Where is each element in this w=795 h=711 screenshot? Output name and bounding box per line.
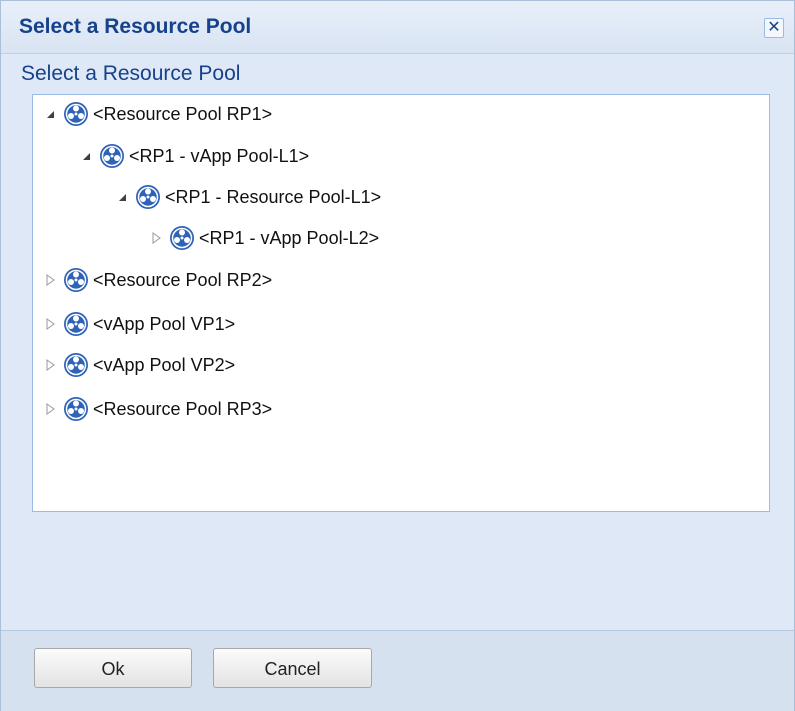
resource-pool-icon bbox=[136, 185, 160, 209]
collapsed-triangle-icon[interactable] bbox=[43, 273, 57, 287]
expanded-triangle-icon[interactable] bbox=[79, 149, 93, 163]
collapsed-triangle-icon[interactable] bbox=[149, 231, 163, 245]
tree-node-label: <RP1 - vApp Pool-L2> bbox=[199, 227, 380, 248]
expanded-triangle-icon[interactable] bbox=[43, 107, 57, 121]
collapsed-triangle-icon[interactable] bbox=[43, 317, 57, 331]
panel-label: Select a Resource Pool bbox=[21, 62, 241, 85]
tree-node-label: <Resource Pool RP3> bbox=[93, 398, 273, 419]
tree-node-resource-pool-rp3[interactable]: <Resource Pool RP3> bbox=[43, 396, 272, 422]
resource-pool-icon bbox=[100, 144, 124, 168]
cancel-button[interactable]: Cancel bbox=[213, 648, 372, 688]
tree-node-rp1-vapp-pool-l2[interactable]: <RP1 - vApp Pool-L2> bbox=[149, 225, 379, 251]
collapsed-triangle-icon[interactable] bbox=[43, 402, 57, 416]
close-button[interactable]: ✕ bbox=[764, 18, 784, 38]
tree-node-resource-pool-rp2[interactable]: <Resource Pool RP2> bbox=[43, 267, 272, 293]
tree-node-label: <RP1 - Resource Pool-L1> bbox=[165, 186, 382, 207]
tree-node-label: <Resource Pool RP1> bbox=[93, 103, 273, 124]
tree-node-vapp-pool-vp2[interactable]: <vApp Pool VP2> bbox=[43, 352, 235, 378]
tree-node-rp1-resource-pool-l1[interactable]: <RP1 - Resource Pool-L1> bbox=[115, 184, 381, 210]
resource-pool-icon bbox=[64, 102, 88, 126]
tree-node-label: <Resource Pool RP2> bbox=[93, 269, 273, 290]
resource-pool-icon bbox=[170, 226, 194, 250]
dialog-footer: Ok Cancel bbox=[1, 630, 794, 711]
tree-node-label: <vApp Pool VP2> bbox=[93, 354, 236, 375]
dialog-titlebar: Select a Resource Pool ✕ bbox=[1, 1, 794, 54]
resource-pool-icon bbox=[64, 268, 88, 292]
tree-node-resource-pool-rp1[interactable]: <Resource Pool RP1> bbox=[43, 101, 272, 127]
close-icon: ✕ bbox=[767, 19, 781, 36]
resource-pool-icon bbox=[64, 312, 88, 336]
resource-pool-tree[interactable]: <Resource Pool RP1> <RP1 - vApp Pool-L1> bbox=[32, 94, 770, 512]
resource-pool-icon bbox=[64, 353, 88, 377]
resource-pool-icon bbox=[64, 397, 88, 421]
tree-node-vapp-pool-vp1[interactable]: <vApp Pool VP1> bbox=[43, 311, 235, 337]
dialog-title: Select a Resource Pool bbox=[19, 15, 252, 38]
ok-button[interactable]: Ok bbox=[34, 648, 192, 688]
tree-node-label: <vApp Pool VP1> bbox=[93, 313, 236, 334]
select-resource-pool-dialog: Select a Resource Pool ✕ Select a Resour… bbox=[0, 0, 795, 711]
expanded-triangle-icon[interactable] bbox=[115, 190, 129, 204]
tree-node-label: <RP1 - vApp Pool-L1> bbox=[129, 145, 310, 166]
collapsed-triangle-icon[interactable] bbox=[43, 358, 57, 372]
tree-node-rp1-vapp-pool-l1[interactable]: <RP1 - vApp Pool-L1> bbox=[79, 143, 309, 169]
